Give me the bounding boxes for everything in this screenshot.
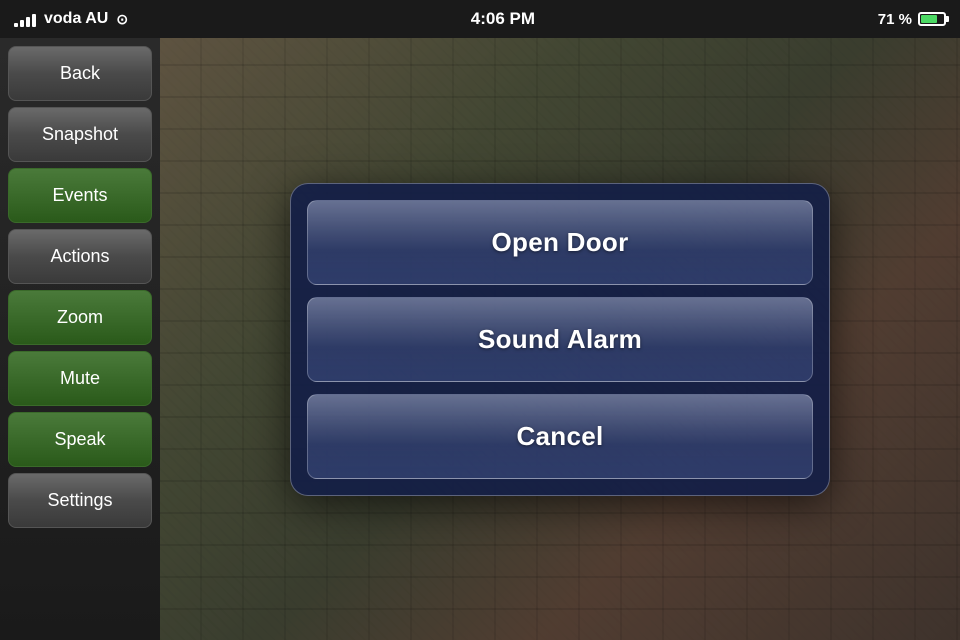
- mute-button[interactable]: Mute: [8, 351, 152, 406]
- status-left: voda AU ⊙: [14, 10, 128, 28]
- battery-icon: [918, 12, 946, 26]
- signal-bars-icon: [14, 11, 36, 27]
- signal-bar-1: [14, 23, 18, 27]
- events-button[interactable]: Events: [8, 168, 152, 223]
- sound-alarm-button[interactable]: Sound Alarm: [307, 297, 813, 382]
- sidebar: Back Snapshot Events Actions Zoom Mute S…: [0, 38, 160, 640]
- back-button[interactable]: Back: [8, 46, 152, 101]
- signal-bar-4: [32, 14, 36, 27]
- status-right: 71 %: [878, 11, 946, 28]
- signal-bar-2: [20, 20, 24, 27]
- signal-bar-3: [26, 17, 30, 27]
- cancel-button[interactable]: Cancel: [307, 394, 813, 479]
- carrier-label: voda AU: [44, 10, 108, 28]
- zoom-button[interactable]: Zoom: [8, 290, 152, 345]
- action-sheet-overlay: Open Door Sound Alarm Cancel: [160, 38, 960, 640]
- actions-button[interactable]: Actions: [8, 229, 152, 284]
- settings-button[interactable]: Settings: [8, 473, 152, 528]
- open-door-button[interactable]: Open Door: [307, 200, 813, 285]
- wifi-icon: ⊙: [116, 11, 128, 28]
- status-bar: voda AU ⊙ 4:06 PM 71 %: [0, 0, 960, 38]
- battery-percent: 71 %: [878, 11, 912, 28]
- action-sheet: Open Door Sound Alarm Cancel: [290, 183, 830, 496]
- speak-button[interactable]: Speak: [8, 412, 152, 467]
- snapshot-button[interactable]: Snapshot: [8, 107, 152, 162]
- status-time: 4:06 PM: [471, 9, 535, 29]
